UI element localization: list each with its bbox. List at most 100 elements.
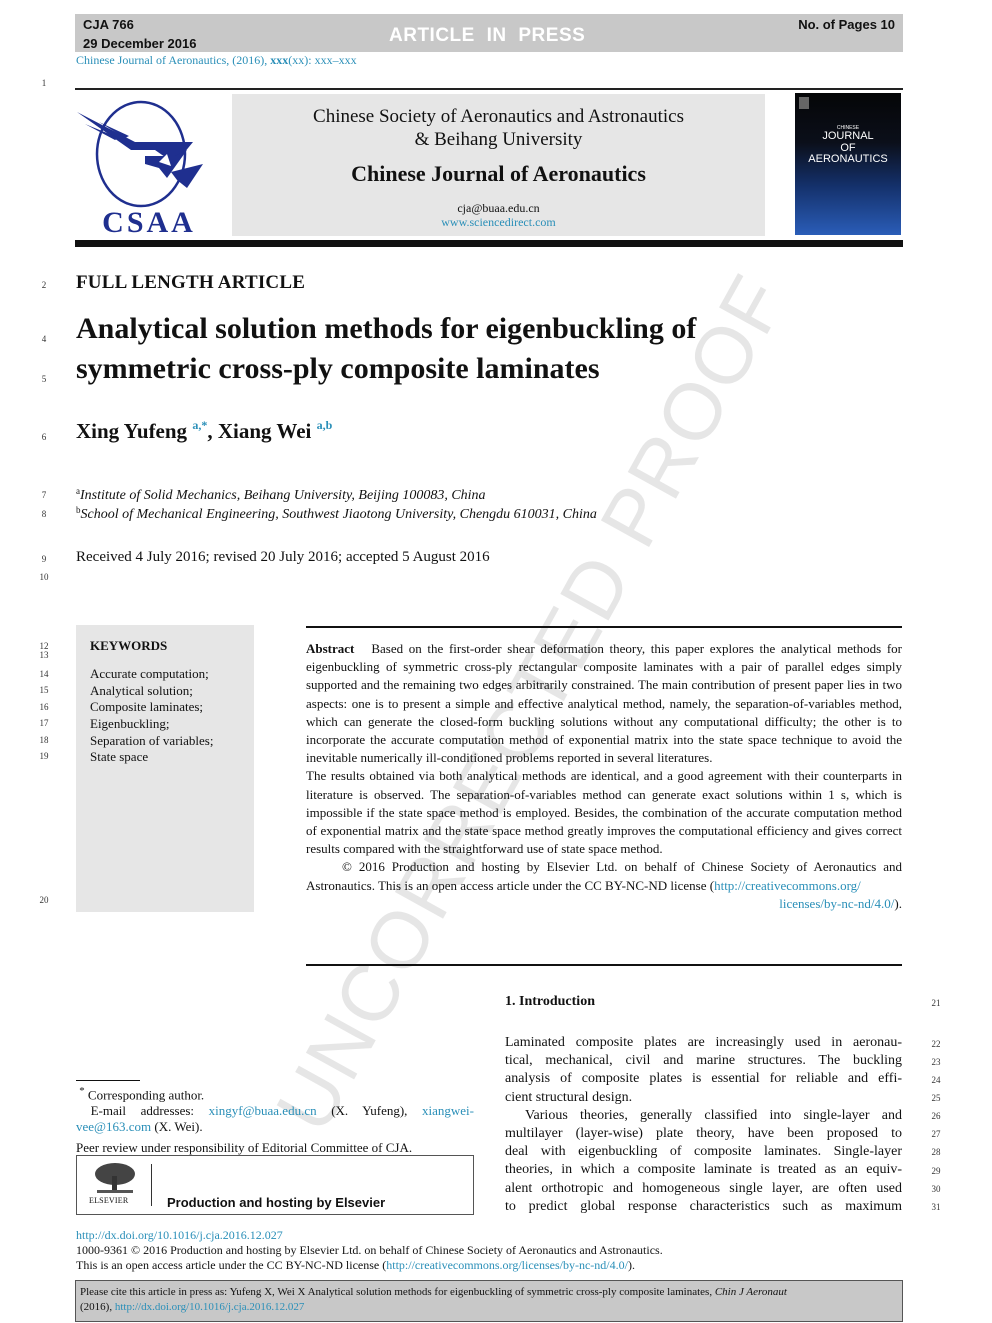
email-link[interactable]: xingyf@buaa.edu.cn xyxy=(209,1103,317,1118)
line-number: 23 xyxy=(931,1057,941,1067)
cite-this-article-box: Please cite this article in press as: Yu… xyxy=(75,1280,903,1322)
body-line: analysis of composite plates is essentia… xyxy=(505,1071,902,1087)
press-status: ARTICLE IN PRESS xyxy=(389,25,586,46)
line-number: 6 xyxy=(41,432,47,442)
elsevier-logo-label: ELSEVIER xyxy=(89,1196,129,1205)
keyword-item: Composite laminates; xyxy=(90,699,204,714)
email-label: E-mail addresses: xyxy=(90,1103,209,1119)
body-line: to predict global response characteristi… xyxy=(505,1198,902,1214)
line-number: 20 xyxy=(39,895,49,905)
body-line: multilayer (layer-wise) plate theory, ha… xyxy=(505,1125,902,1141)
corresponding-author-note: Corresponding author. xyxy=(87,1087,205,1103)
page-count: No. of Pages 10 xyxy=(798,17,895,32)
open-access-note: This is an open access article under the… xyxy=(76,1258,635,1273)
body-line: tical, mechanical, civil and marine stru… xyxy=(505,1053,902,1069)
line-number: 25 xyxy=(931,1093,941,1103)
manuscript-id: CJA 766 xyxy=(83,17,134,32)
society-line-2: & Beihang University xyxy=(414,129,583,150)
email-owner: (X. Yufeng), xyxy=(316,1103,423,1119)
line-number: 5 xyxy=(41,374,47,384)
elsevier-hosting-box: ELSEVIER Production and hosting by Elsev… xyxy=(76,1155,474,1215)
cover-title-3: AERONAUTICS xyxy=(808,153,888,165)
journal-name: Chinese Journal of Aeronautics xyxy=(351,161,646,186)
oa-prefix: This is an open access article under the… xyxy=(76,1258,387,1272)
article-title: Analytical solution methods for eigenbuc… xyxy=(76,309,796,389)
line-number: 1 xyxy=(41,78,47,88)
author-list: Xing Yufeng a,*, Xiang Wei a,b xyxy=(76,418,333,443)
line-number: 17 xyxy=(39,718,49,728)
line-number: 22 xyxy=(931,1039,941,1049)
line-number: 15 xyxy=(39,685,49,695)
license-close: ). xyxy=(894,895,902,911)
affiliation: bSchool of Mechanical Engineering, South… xyxy=(76,505,597,523)
email-owner: (X. Wei). xyxy=(151,1119,203,1135)
line-number: 16 xyxy=(39,702,49,712)
keyword-item: State space xyxy=(90,749,149,764)
license-link[interactable]: http://creativecommons.org/licenses/by-n… xyxy=(386,1258,628,1272)
line-number: 8 xyxy=(41,509,47,519)
body-line: Laminated composite plates are increasin… xyxy=(505,1035,902,1050)
journal-citation[interactable]: Chinese Journal of Aeronautics, (2016), … xyxy=(76,53,357,68)
body-line: deal with eigenbuckling of composite lam… xyxy=(505,1144,902,1160)
line-number: 14 xyxy=(39,669,49,679)
journal-website-link[interactable]: www.sciencedirect.com xyxy=(232,215,765,229)
csaa-logo: CSAA xyxy=(75,92,225,239)
line-number: 4 xyxy=(41,334,47,344)
elsevier-tree-icon xyxy=(95,1163,135,1193)
journal-email[interactable]: cja@buaa.edu.cn xyxy=(232,201,765,215)
body-line: Various theories, generally classified i… xyxy=(525,1107,902,1123)
affiliation-text: School of Mechanical Engineering, Southw… xyxy=(80,507,597,522)
journal-masthead: Chinese Society of Aeronautics and Astro… xyxy=(232,94,765,236)
license-link[interactable]: http://creativecommons.org/ xyxy=(714,878,861,893)
author-affiliation-link[interactable]: a,* xyxy=(192,418,207,432)
peer-review-note: Peer review under responsibility of Edit… xyxy=(76,1140,413,1156)
issue-date: 29 December 2016 xyxy=(83,36,197,51)
article-type: FULL LENGTH ARTICLE xyxy=(76,272,306,293)
oa-suffix: ). xyxy=(627,1258,635,1272)
elsevier-hosting-text: Production and hosting by Elsevier xyxy=(167,1195,386,1210)
masthead-top-rule xyxy=(75,88,903,90)
line-number: 26 xyxy=(931,1111,941,1121)
abstract-bottom-rule xyxy=(306,964,902,966)
section-heading-introduction: 1. Introduction xyxy=(505,994,595,1009)
affiliation: aInstitute of Solid Mechanics, Beihang U… xyxy=(76,486,486,504)
citation-issue-pages: (xx): xxx–xxx xyxy=(288,53,357,67)
line-number: 9 xyxy=(41,554,47,564)
line-number: 7 xyxy=(41,490,47,500)
body-line: cient structural design. xyxy=(505,1089,633,1105)
doi-link[interactable]: http://dx.doi.org/10.1016/j.cja.2016.12.… xyxy=(76,1228,283,1243)
received-dates: Received 4 July 2016; revised 20 July 20… xyxy=(76,549,490,565)
article-in-press-bar: CJA 766 29 December 2016 ARTICLE IN PRES… xyxy=(75,14,903,52)
keyword-item: Accurate computation; xyxy=(90,666,209,681)
citation-volume: xxx xyxy=(270,53,289,67)
license-link[interactable]: licenses/by-nc-nd/4.0/ xyxy=(779,896,894,911)
keyword-item: Analytical solution; xyxy=(90,683,193,698)
author-affiliation-link[interactable]: a,b xyxy=(317,418,333,432)
cite-doi-link[interactable]: http://dx.doi.org/10.1016/j.cja.2016.12.… xyxy=(115,1301,305,1313)
affiliation-text: Institute of Solid Mechanics, Beihang Un… xyxy=(80,488,486,503)
keyword-item: Eigenbuckling; xyxy=(90,716,170,731)
abstract-label: Abstract xyxy=(306,641,355,656)
csaa-logo-icon: CSAA xyxy=(77,100,203,239)
line-number: 2 xyxy=(41,280,47,290)
footnote-rule xyxy=(76,1080,140,1081)
keyword-item: Separation of variables; xyxy=(90,733,214,748)
title-line-1: Analytical solution methods for eigenbuc… xyxy=(76,312,697,345)
line-number: 31 xyxy=(931,1202,941,1212)
journal-cover-image: CHINESE JOURNAL OF AERONAUTICS xyxy=(795,93,901,235)
society-line-1: Chinese Society of Aeronautics and Astro… xyxy=(313,106,684,127)
line-number: 24 xyxy=(931,1075,941,1085)
cite-year: (2016), xyxy=(80,1301,115,1313)
line-number: 30 xyxy=(931,1184,941,1194)
abstract-paragraph-2: The results obtained via both analytical… xyxy=(306,768,902,857)
citation-journal: Chinese Journal of Aeronautics, (2016), xyxy=(76,53,271,67)
divider xyxy=(151,1164,152,1206)
body-line: theories, in which a composite laminate … xyxy=(505,1162,902,1178)
line-number: 21 xyxy=(931,998,941,1008)
cite-text: Please cite this article in press as: Yu… xyxy=(80,1286,715,1298)
line-number: 29 xyxy=(931,1166,941,1176)
line-number: 28 xyxy=(931,1147,941,1157)
keywords-panel: KEYWORDS Accurate computation; Analytica… xyxy=(76,625,254,912)
logo-text: CSAA xyxy=(102,206,196,237)
line-number: 19 xyxy=(39,751,49,761)
